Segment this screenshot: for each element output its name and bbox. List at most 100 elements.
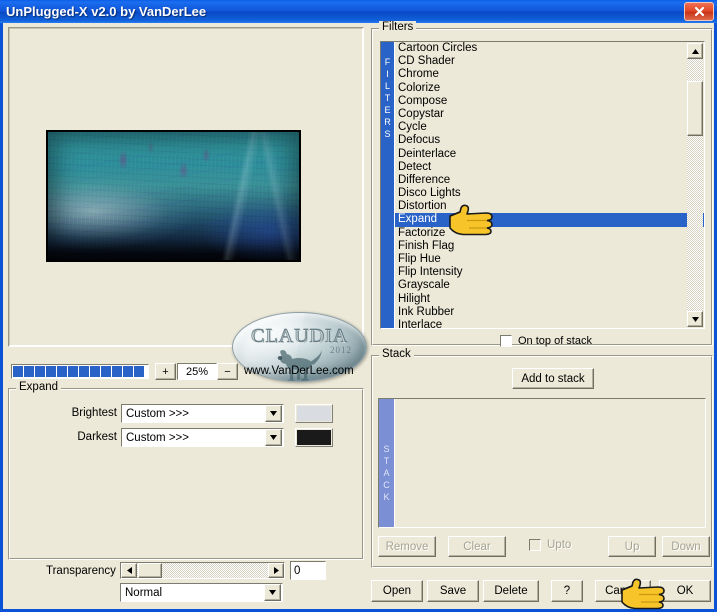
vertical-label-letter: S (384, 129, 391, 139)
filter-list-item[interactable]: Distortion (395, 200, 704, 213)
filter-list-item[interactable]: Defocus (395, 134, 704, 147)
brightest-label: Brightest (71, 407, 117, 419)
on-top-of-stack-label: On top of stack (518, 335, 592, 347)
ok-button[interactable]: OK (659, 580, 711, 602)
vertical-label-letter: R (384, 117, 391, 127)
filter-list-item[interactable]: Difference (395, 174, 704, 187)
transparency-decrease-arrow[interactable] (121, 563, 137, 578)
filter-list-item[interactable]: Colorize (395, 82, 704, 95)
close-icon[interactable] (684, 2, 714, 21)
filter-list-item[interactable]: Cartoon Circles (395, 42, 704, 55)
filter-list-item[interactable]: Detect (395, 161, 704, 174)
filter-list-item[interactable]: Expand (395, 213, 704, 227)
filter-list-item[interactable]: Cycle (395, 121, 704, 134)
window-title: UnPlugged-X v2.0 by VanDerLee (6, 4, 207, 19)
filters-vertical-label: FILTERS (381, 42, 394, 328)
darkest-combo-value: Custom >>> (126, 431, 189, 444)
help-button[interactable]: ? (551, 580, 583, 602)
filter-list-item[interactable]: Disco Lights (395, 187, 704, 200)
filters-scroll-thumb[interactable] (687, 81, 703, 136)
filter-list-item[interactable]: Factorize (395, 227, 704, 240)
filter-list-item[interactable]: Chrome (395, 68, 704, 81)
transparency-slider-thumb[interactable] (138, 563, 162, 578)
chevron-down-icon (265, 429, 282, 446)
zoom-out-button[interactable]: − (217, 363, 238, 380)
dialog-button-bar: Open Save Delete ? Cancel OK (371, 580, 713, 604)
scroll-down-arrow-icon[interactable] (687, 311, 703, 327)
filters-group: Filters FILTERS Cartoon Circles CD Shader… (371, 21, 713, 347)
stack-vertical-label: STACK (379, 399, 394, 527)
vertical-label-letter: I (386, 69, 389, 79)
zoom-in-button[interactable]: + (155, 363, 176, 380)
unplugged-x-window: UnPlugged-X v2.0 by VanDerLee CLAUDIA 20… (0, 0, 717, 612)
chevron-down-icon (264, 584, 281, 601)
vertical-label-letter: K (383, 492, 390, 502)
transparency-increase-arrow[interactable] (268, 563, 284, 578)
blend-mode-value: Normal (125, 586, 163, 599)
filter-list-item[interactable]: Hilight (395, 293, 704, 306)
filters-listbox[interactable]: FILTERS Cartoon Circles CD Shader Chrome Co… (380, 41, 705, 329)
filter-list-item[interactable]: Ink Rubber (395, 306, 704, 319)
filter-list-item[interactable]: Compose (395, 95, 704, 108)
expand-settings-group: Expand Brightest Custom >>> Darkest Cust… (8, 381, 364, 560)
blend-mode-combo[interactable]: Normal (120, 583, 283, 602)
filters-group-label: Filters (379, 21, 417, 33)
stack-group: Stack Add to stack STACK Remove Clear Up… (371, 348, 713, 568)
brightest-combo-value: Custom >>> (126, 407, 189, 420)
filter-list-item[interactable]: Deinterlace (395, 148, 704, 161)
filter-list-item[interactable]: Flip Intensity (395, 266, 704, 279)
on-top-of-stack-row[interactable]: On top of stack (500, 335, 592, 347)
transparency-slider[interactable] (120, 562, 285, 579)
preview-image[interactable] (46, 130, 301, 262)
vertical-label-letter: F (384, 57, 391, 67)
up-button[interactable]: Up (608, 536, 656, 557)
transparency-value-field[interactable]: 0 (290, 561, 326, 580)
watermark-year: 2012 (330, 345, 352, 355)
title-bar: UnPlugged-X v2.0 by VanDerLee (0, 0, 717, 23)
darkest-color-swatch[interactable] (295, 428, 333, 447)
transparency-label: Transparency (46, 565, 116, 577)
upto-row[interactable]: Upto (529, 539, 571, 551)
scroll-up-arrow-icon[interactable] (687, 43, 703, 59)
cancel-button[interactable]: Cancel (595, 580, 651, 602)
stack-group-label: Stack (379, 348, 414, 360)
save-button[interactable]: Save (427, 580, 479, 602)
upto-checkbox[interactable] (529, 539, 541, 551)
vertical-label-letter: A (383, 468, 390, 478)
vertical-label-letter: E (384, 105, 391, 115)
down-button[interactable]: Down (662, 536, 710, 557)
filter-list-item[interactable]: Interlace (395, 319, 704, 328)
vertical-label-letter: T (383, 456, 390, 466)
filter-list-item[interactable]: CD Shader (395, 55, 704, 68)
preview-panel: CLAUDIA 2012 (8, 27, 367, 382)
vertical-label-letter: L (384, 81, 390, 91)
zoom-level-value: 25% (177, 363, 217, 380)
filter-list-item[interactable]: Copystar (395, 108, 704, 121)
vertical-label-letter: S (383, 444, 390, 454)
open-button[interactable]: Open (371, 580, 423, 602)
on-top-of-stack-checkbox[interactable] (500, 335, 512, 347)
filter-list-item[interactable]: Grayscale (395, 279, 704, 292)
add-to-stack-button[interactable]: Add to stack (512, 368, 594, 389)
website-link[interactable]: www.VanDerLee.com (244, 365, 354, 377)
stack-listbox[interactable]: STACK (378, 398, 706, 528)
delete-button[interactable]: Delete (483, 580, 539, 602)
stack-items-container (394, 399, 705, 527)
clear-button[interactable]: Clear (448, 536, 506, 557)
expand-group-label: Expand (16, 381, 62, 393)
brightest-color-swatch[interactable] (295, 404, 333, 423)
filter-list-item[interactable]: Flip Hue (395, 253, 704, 266)
filter-list-item[interactable]: Finish Flag (395, 240, 704, 253)
darkest-combo[interactable]: Custom >>> (121, 428, 284, 447)
darkest-label: Darkest (77, 431, 117, 443)
chevron-down-icon (265, 405, 282, 422)
filters-scrollbar[interactable] (687, 43, 703, 327)
vertical-label-letter: T (384, 93, 391, 103)
remove-button[interactable]: Remove (378, 536, 436, 557)
upto-label: Upto (547, 539, 572, 551)
brightest-combo[interactable]: Custom >>> (121, 404, 284, 423)
zoom-toolbar: + 25% − www.VanDerLee.com (11, 363, 361, 381)
vertical-label-letter: C (383, 480, 390, 490)
zoom-progress-bar (11, 364, 149, 379)
filters-items-container: Cartoon Circles CD Shader Chrome Colorize Co… (394, 42, 704, 328)
